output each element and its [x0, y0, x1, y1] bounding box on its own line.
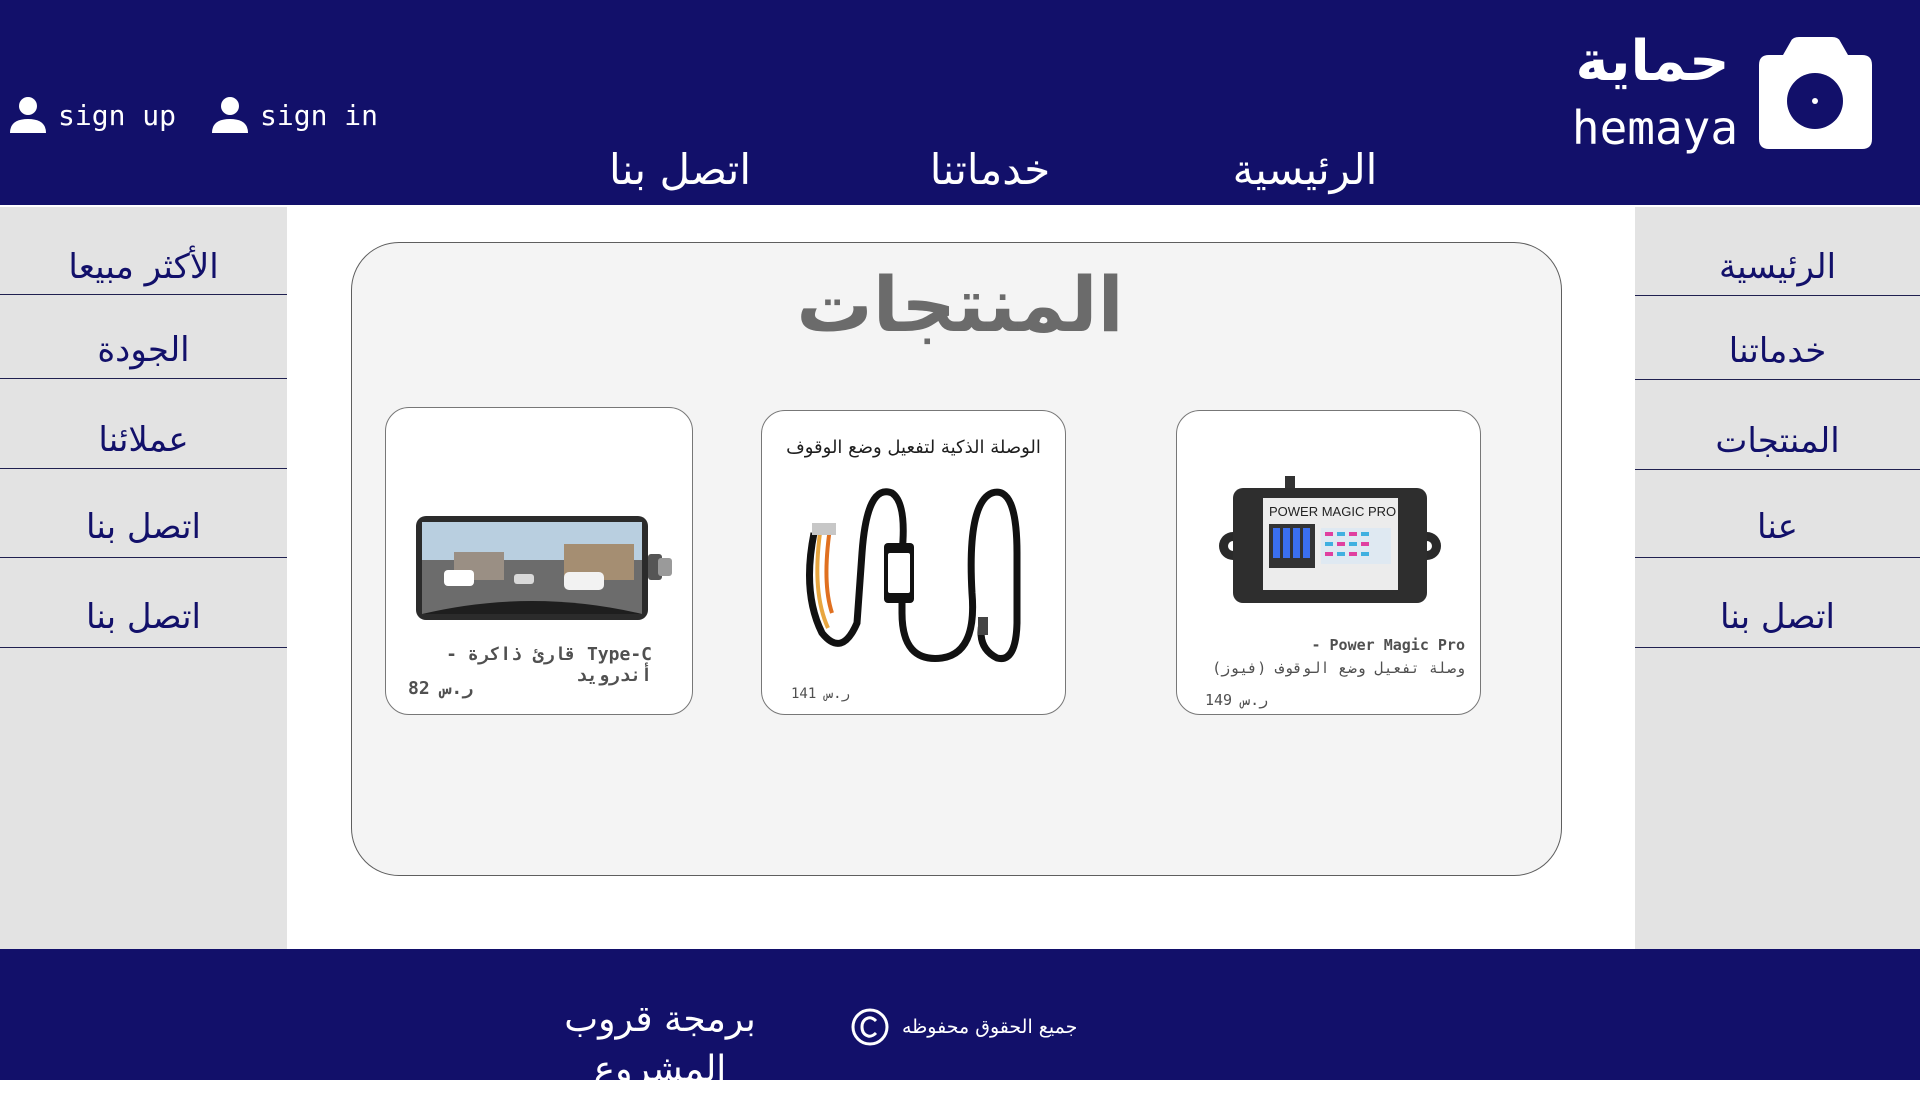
device-label: POWER MAGIC PRO [1269, 504, 1396, 519]
user-icon [212, 97, 248, 133]
product-price: ر.س 82 [408, 678, 474, 699]
sign-up-link[interactable]: sign up [8, 95, 176, 135]
camera-logo-icon[interactable] [1759, 37, 1872, 149]
footer-copyright: جميع الحقوق محفوظه [850, 1007, 1077, 1047]
footer-credit: برمجة قروب المشروع [564, 999, 756, 1090]
product-card-power-magic-pro[interactable]: POWER MAGIC PRO Power Magic Pro - وصلة ت… [1176, 410, 1481, 715]
sidebar-item-contact[interactable]: اتصل بنا [0, 497, 287, 558]
product-name-line-1: Power Magic Pro - [1311, 636, 1465, 654]
copyright-text: جميع الحقوق محفوظه [902, 1016, 1078, 1038]
product-price: ر.س 149 [1205, 691, 1269, 709]
sidebar-item-contact[interactable]: اتصل بنا [1635, 587, 1920, 648]
sign-up-label: sign up [58, 98, 177, 132]
brand-name-english: hemaya [1571, 101, 1739, 155]
power-magic-pro-device-image: POWER MAGIC PRO [1219, 476, 1441, 603]
sidebar-item-contact-2[interactable]: اتصل بنا [0, 587, 287, 648]
sign-in-label: sign in [260, 98, 379, 132]
page-title: المنتجات [796, 260, 1124, 349]
type-c-reader-phone-image [416, 516, 672, 620]
brand-name-arabic: حماية [1575, 29, 1730, 94]
product-card-smart-hardwire[interactable]: الوصلة الذكية لتفعيل وضع الوقوف ر.س 141 [761, 410, 1066, 715]
product-name: الوصلة الذكية لتفعيل وضع الوقوف [786, 437, 1041, 458]
hardwire-cable-image [806, 488, 1021, 663]
sign-in-link[interactable]: sign in [210, 95, 378, 135]
sidebar-item-clients[interactable]: عملائنا [0, 413, 287, 469]
nav-services[interactable]: خدماتنا [900, 140, 1080, 200]
user-icon [10, 97, 46, 133]
nav-contact[interactable]: اتصل بنا [590, 140, 770, 200]
product-price: ر.س 141 [791, 686, 851, 702]
product-name-line-2: وصلة تفعيل وضع الوقوف (فيوز) [1212, 659, 1465, 677]
nav-home[interactable]: الرئيسية [1200, 140, 1410, 200]
sidebar-item-about[interactable]: عنا [1635, 497, 1920, 558]
product-card-type-c-reader[interactable]: Type-C قارئ ذاكرة - أندرويد ر.س 82 [385, 407, 693, 715]
copyright-icon [851, 1008, 889, 1046]
sidebar-item-products[interactable]: المنتجات [1635, 413, 1920, 470]
